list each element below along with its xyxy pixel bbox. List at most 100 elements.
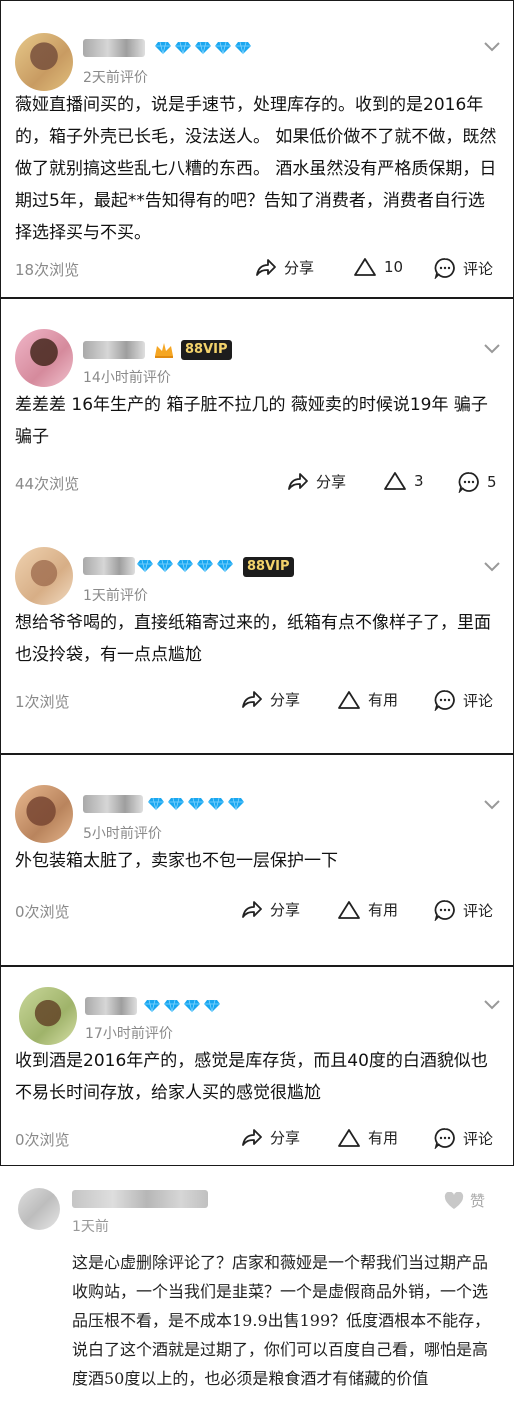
like-triangle-icon: [384, 472, 406, 490]
like-triangle-icon: [338, 1128, 360, 1147]
useful-button[interactable]: 有用: [337, 899, 398, 920]
member-level-diamonds: [154, 41, 252, 55]
chevron-down-icon[interactable]: [483, 343, 501, 355]
chevron-down-icon[interactable]: [483, 561, 501, 573]
diamond-icon: [168, 797, 184, 811]
share-button[interactable]: 分享: [241, 689, 300, 710]
share-icon: [242, 1128, 262, 1146]
share-button[interactable]: 分享: [287, 471, 346, 492]
share-button[interactable]: 分享: [255, 257, 314, 278]
share-button[interactable]: 分享: [241, 899, 300, 920]
share-icon: [256, 258, 276, 276]
diamond-icon: [228, 797, 244, 811]
review-card: 5小时前评价 外包装箱太脏了，卖家也不包一层保护一下 0次浏览 分享 有用 评论: [0, 754, 514, 966]
avatar[interactable]: [15, 329, 73, 387]
heart-icon: [444, 1191, 464, 1209]
diamond-icon: [137, 559, 153, 573]
like-triangle-icon: [338, 690, 360, 709]
diamond-icon: [208, 797, 224, 811]
review-text: 差差差 16年生产的 箱子脏不拉几的 薇娅卖的时候说19年 骗子 骗子: [15, 395, 488, 447]
comment-button[interactable]: 评论: [434, 689, 493, 711]
member-level-diamonds: [147, 797, 245, 811]
username-blurred: [83, 39, 145, 57]
username-blurred: [72, 1190, 208, 1208]
diamond-icon: [144, 999, 160, 1013]
username-blurred: [85, 997, 137, 1015]
vip-badge: 88VIP: [181, 340, 232, 360]
avatar[interactable]: [15, 785, 73, 843]
comment-button[interactable]: 评论: [434, 257, 493, 279]
like-count: 10: [384, 258, 404, 276]
diamond-icon: [188, 797, 204, 811]
avatar[interactable]: [18, 1188, 60, 1230]
comment-icon: [434, 900, 455, 921]
comment-time: 1天前: [72, 1219, 109, 1235]
review-card: 17小时前评价 收到酒是2016年产的，感觉是库存货，而且40度的白酒貌似也不易…: [0, 966, 514, 1166]
review-text: 薇娅直播间买的，说是手速节，处理库存的。收到的是2016年的，箱子外壳已长毛，没…: [15, 95, 497, 243]
review-card: 2天前评价 薇娅直播间买的，说是手速节，处理库存的。收到的是2016年的，箱子外…: [0, 0, 514, 298]
share-icon: [242, 690, 262, 708]
comment-count: 5: [487, 473, 497, 491]
share-label: 分享: [316, 473, 347, 491]
like-button[interactable]: 赞: [444, 1190, 485, 1211]
share-button[interactable]: 分享: [241, 1127, 300, 1148]
share-icon: [242, 900, 262, 918]
like-button[interactable]: 10: [353, 257, 403, 277]
like-triangle-icon: [354, 258, 376, 276]
comment-icon: [434, 690, 455, 711]
like-button[interactable]: 3: [383, 471, 424, 491]
avatar[interactable]: [19, 987, 77, 1045]
share-label: 分享: [270, 901, 301, 919]
view-count: 0次浏览: [15, 903, 70, 921]
useful-label: 有用: [368, 901, 399, 919]
like-triangle-icon: [338, 900, 360, 919]
chevron-down-icon[interactable]: [483, 799, 501, 811]
share-label: 分享: [270, 1129, 301, 1147]
like-count: 3: [414, 472, 424, 490]
useful-button[interactable]: 有用: [337, 689, 398, 710]
review-card-group: 88VIP 14小时前评价 差差差 16年生产的 箱子脏不拉几的 薇娅卖的时候说…: [0, 298, 514, 754]
chevron-down-icon[interactable]: [483, 41, 501, 53]
vip-badge: 88VIP: [243, 557, 294, 577]
view-count: 18次浏览: [15, 261, 80, 279]
comment-label: 评论: [463, 1129, 494, 1148]
useful-button[interactable]: 有用: [337, 1127, 398, 1148]
username-blurred: [83, 557, 135, 575]
share-icon: [288, 472, 308, 490]
member-level-diamonds: [136, 559, 234, 573]
diamond-icon: [217, 559, 233, 573]
diamond-icon: [177, 559, 193, 573]
comment-icon: [458, 472, 479, 493]
chevron-down-icon[interactable]: [483, 999, 501, 1011]
diamond-icon: [148, 797, 164, 811]
crown-icon: [155, 343, 173, 358]
comment-button[interactable]: 评论: [434, 899, 493, 921]
review-text: 想给爷爷喝的，直接纸箱寄过来的，纸箱有点不像样子了，里面也没拎袋，有一点点尴尬: [15, 613, 491, 665]
view-count: 1次浏览: [15, 693, 70, 711]
review-time: 1天前评价: [83, 588, 148, 604]
username-blurred: [83, 341, 145, 359]
avatar[interactable]: [15, 33, 73, 91]
member-level-diamonds: [143, 999, 221, 1013]
view-count: 44次浏览: [15, 475, 80, 493]
diamond-icon: [164, 999, 180, 1013]
useful-label: 有用: [368, 1129, 399, 1147]
comment-button[interactable]: 5: [458, 471, 497, 493]
username-blurred: [83, 795, 143, 813]
review-text: 收到酒是2016年产的，感觉是库存货，而且40度的白酒貌似也不易长时间存放，给家…: [15, 1051, 488, 1103]
diamond-icon: [175, 41, 191, 55]
useful-label: 有用: [368, 691, 399, 709]
diamond-icon: [235, 41, 251, 55]
share-label: 分享: [284, 259, 315, 277]
review-time: 2天前评价: [83, 70, 148, 86]
comment-icon: [434, 1128, 455, 1149]
comment-card: 1天前 赞 这是心虚删除评论了？店家和薇娅是一个帮我们当过期产品收购站，一个当我…: [0, 1166, 514, 1421]
comment-label: 评论: [463, 691, 494, 710]
comment-button[interactable]: 评论: [434, 1127, 493, 1149]
comment-label: 评论: [463, 901, 494, 920]
like-label: 赞: [470, 1192, 486, 1210]
avatar[interactable]: [15, 547, 73, 605]
view-count: 0次浏览: [15, 1131, 70, 1149]
diamond-icon: [195, 41, 211, 55]
review-text: 外包装箱太脏了，卖家也不包一层保护一下: [15, 851, 338, 871]
